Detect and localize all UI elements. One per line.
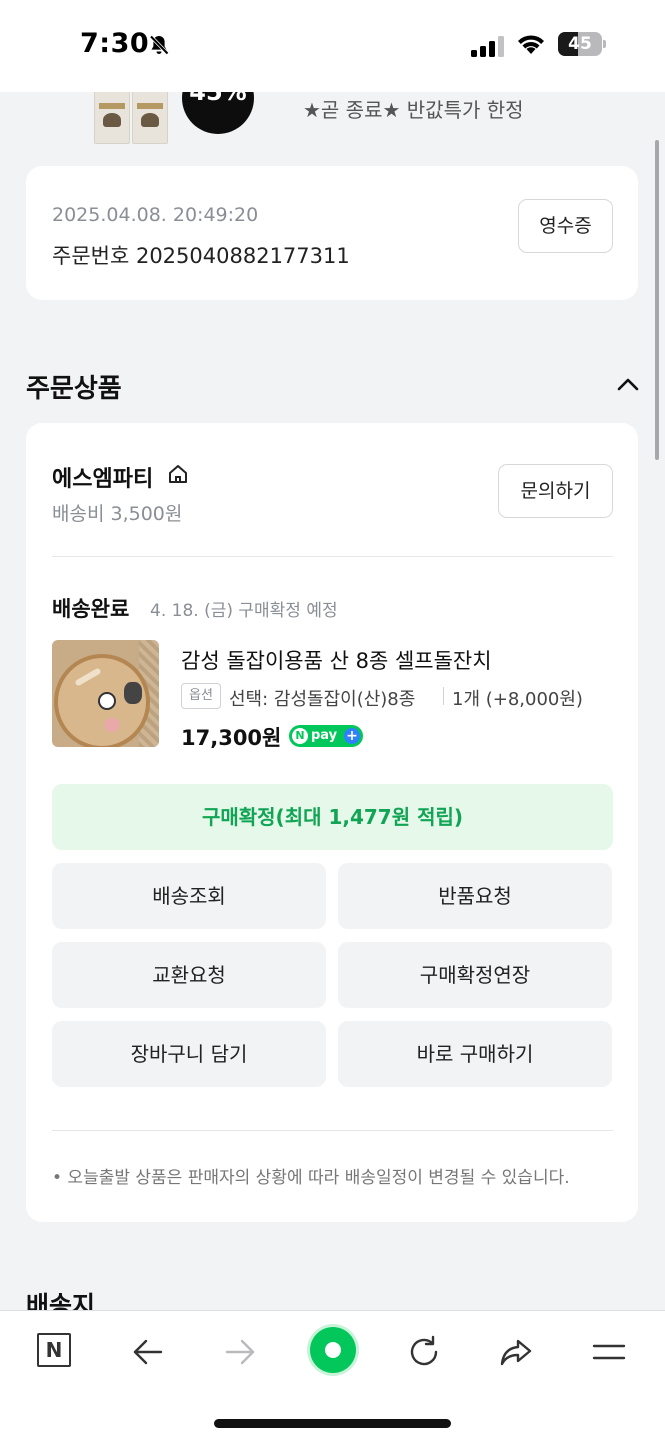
- share-icon[interactable]: [497, 1333, 535, 1371]
- order-number: 주문번호 2025040882177311: [52, 244, 350, 268]
- purchase-confirm-date: 4. 18. (금) 구매확정 예정: [150, 601, 338, 621]
- inquiry-button[interactable]: 문의하기: [498, 464, 613, 518]
- return-request-button[interactable]: 반품요청: [338, 863, 612, 929]
- wifi-icon: [518, 35, 544, 54]
- discount-badge: 45%: [182, 92, 254, 134]
- order-datetime: 2025.04.08. 20:49:20: [52, 204, 259, 226]
- bell-muted-icon: [149, 35, 169, 55]
- promo-text: ★곧 종료★ 반값특가 한정: [303, 98, 524, 122]
- npay-n-icon: N: [292, 728, 308, 744]
- status-bar: 7:30 45: [0, 0, 665, 92]
- menu-icon[interactable]: [590, 1333, 628, 1371]
- promo-product-image: [132, 92, 168, 144]
- option-quantity: 1개 (+8,000원): [452, 689, 583, 710]
- track-delivery-button[interactable]: 배송조회: [52, 863, 326, 929]
- order-product-card: 에스엠파티 배송비 3,500원 문의하기 배송완료 4. 18. (금) 구매…: [26, 423, 638, 1222]
- option-separator: [443, 687, 444, 705]
- section-title-order-products: 주문상품: [26, 374, 122, 404]
- divider: [52, 1130, 613, 1131]
- shipping-notice: • 오늘출발 상품은 판매자의 상황에 따라 배송일정이 변경될 수 있습니다.: [52, 1168, 570, 1188]
- battery-icon: 45: [558, 32, 602, 56]
- buy-now-button[interactable]: 바로 구매하기: [338, 1021, 612, 1087]
- option-tag: 옵션: [181, 683, 221, 709]
- naver-n-icon[interactable]: N: [37, 1333, 71, 1367]
- npay-plus-badge: N pay +: [289, 725, 363, 747]
- green-dot-icon[interactable]: [310, 1327, 356, 1373]
- signal-icon: [471, 36, 504, 57]
- reload-icon[interactable]: [405, 1333, 443, 1371]
- product-name[interactable]: 감성 돌잡이용품 산 8종 셀프돌잔치: [181, 645, 492, 675]
- seller-name[interactable]: 에스엠파티: [52, 461, 153, 493]
- forward-arrow-icon[interactable]: [221, 1333, 259, 1371]
- npay-label: pay: [311, 728, 338, 743]
- home-icon[interactable]: [167, 463, 189, 485]
- home-indicator[interactable]: [214, 1419, 451, 1428]
- product-thumbnail[interactable]: [52, 640, 159, 747]
- add-to-cart-button[interactable]: 장바구니 담기: [52, 1021, 326, 1087]
- promo-product-image: [94, 92, 130, 144]
- status-time: 7:30: [80, 28, 150, 59]
- battery-level: 45: [568, 34, 592, 54]
- delivery-status: 배송완료: [52, 597, 130, 621]
- exchange-request-button[interactable]: 교환요청: [52, 942, 326, 1008]
- battery-tip: [603, 40, 606, 48]
- promo-banner[interactable]: 45% ★곧 종료★ 반값특가 한정: [0, 92, 665, 154]
- back-arrow-icon[interactable]: [129, 1333, 167, 1371]
- plus-icon: +: [344, 728, 360, 744]
- receipt-button[interactable]: 영수증: [518, 199, 613, 253]
- chevron-up-icon[interactable]: [614, 372, 642, 396]
- option-text: 선택: 감성돌잡이(산)8종: [229, 689, 416, 710]
- browser-toolbar: N: [0, 1310, 665, 1440]
- order-info-card: 2025.04.08. 20:49:20 주문번호 20250408821773…: [26, 166, 638, 300]
- purchase-confirm-button[interactable]: 구매확정(최대 1,477원 적립): [52, 784, 613, 850]
- extend-confirm-button[interactable]: 구매확정연장: [338, 942, 612, 1008]
- divider: [52, 556, 613, 557]
- shipping-fee: 배송비 3,500원: [52, 503, 183, 525]
- product-price: 17,300원: [181, 726, 282, 750]
- scrollbar[interactable]: [655, 140, 659, 460]
